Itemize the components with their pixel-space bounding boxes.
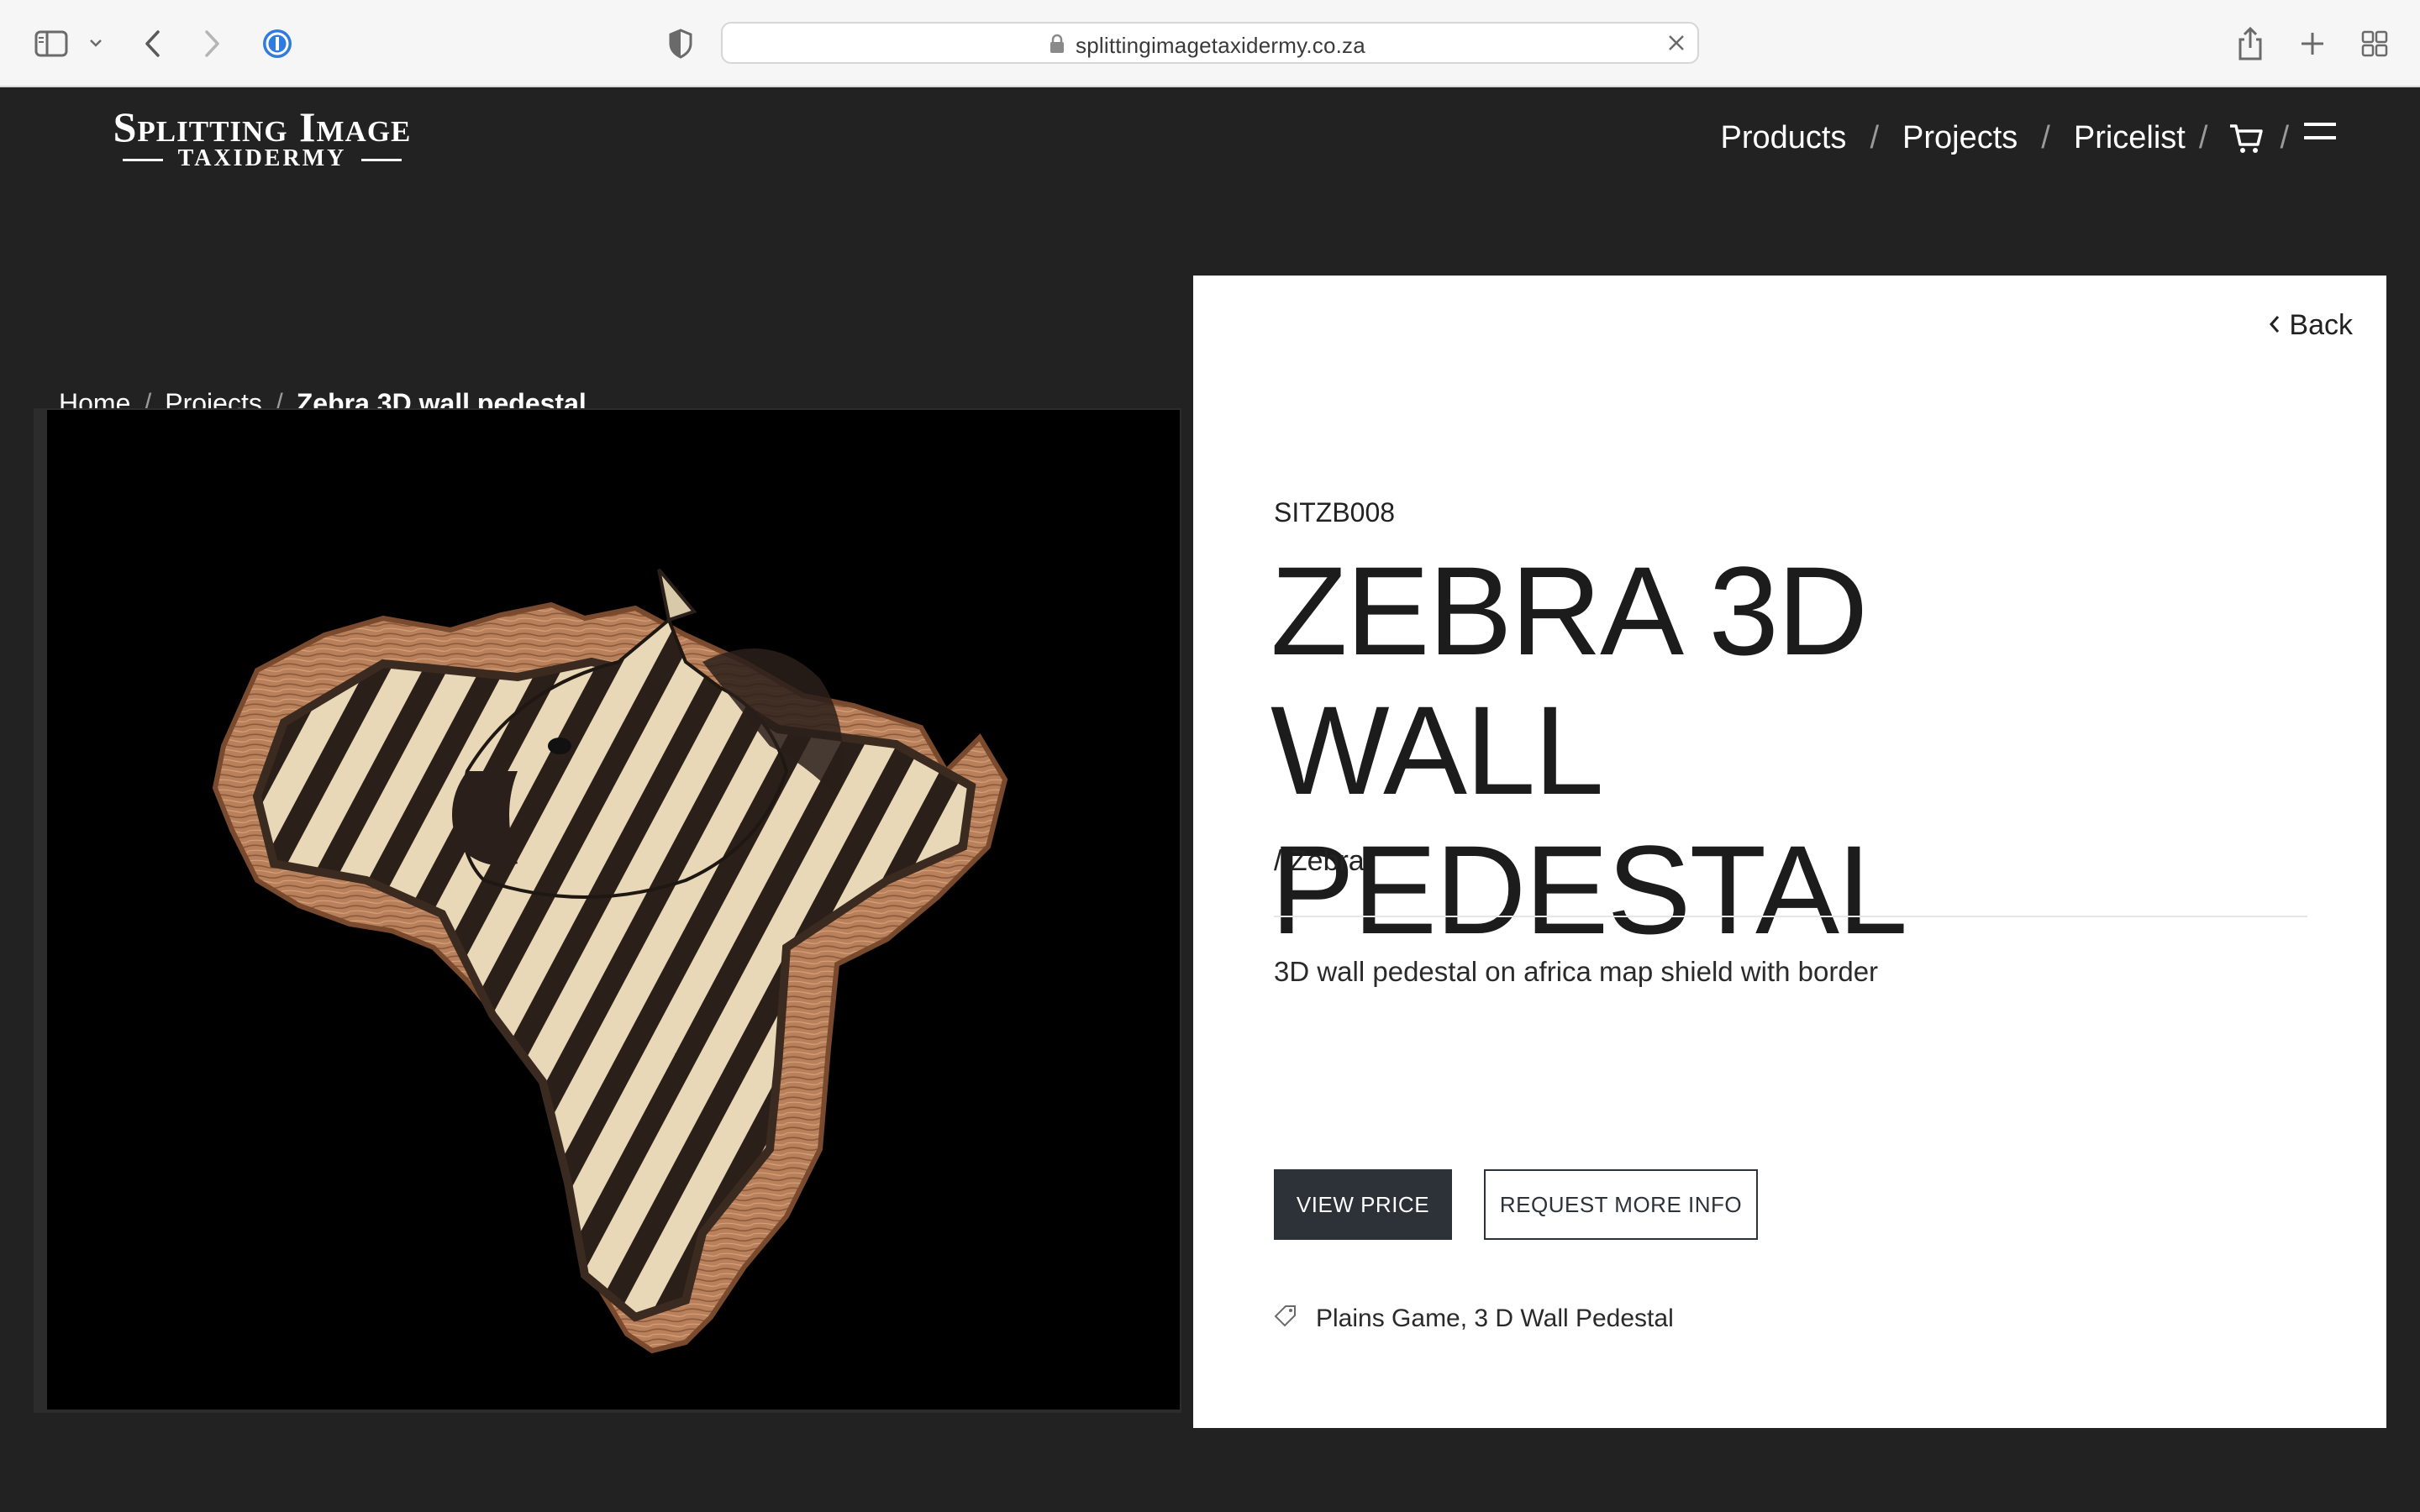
address-bar[interactable]: splittingimagetaxidermy.co.za [721, 22, 1699, 64]
view-price-button[interactable]: VIEW PRICE [1274, 1169, 1452, 1240]
nav-pricelist[interactable]: Pricelist [2074, 120, 2186, 156]
product-description: 3D wall pedestal on africa map shield wi… [1274, 956, 1879, 987]
product-sku: SITZB008 [1274, 497, 1396, 528]
url-text: splittingimagetaxidermy.co.za [1076, 33, 1365, 58]
clear-icon[interactable] [1665, 32, 1687, 58]
product-title-line2: PEDESTAL [1270, 819, 1908, 960]
nav-separator: / [1870, 119, 1879, 155]
back-link[interactable]: Back [2269, 309, 2353, 342]
password-manager-icon[interactable] [259, 25, 296, 62]
nav-separator: / [2280, 119, 2289, 155]
product-image[interactable] [47, 410, 1180, 1410]
chevron-left-icon [2269, 309, 2281, 342]
privacy-shield-icon[interactable] [664, 25, 697, 62]
share-icon[interactable] [2232, 24, 2269, 64]
cart-icon[interactable] [2228, 119, 2265, 156]
nav-products[interactable]: Products [1720, 120, 1846, 156]
product-title: ZEBRA 3D WALL PEDESTAL [1270, 541, 2228, 959]
main-nav: Products / Projects / Pricelist / / [1720, 113, 2338, 163]
tab-overview-icon[interactable] [2356, 25, 2393, 62]
nav-projects[interactable]: Projects [1902, 120, 2018, 156]
back-label: Back [2289, 309, 2353, 341]
chevron-down-icon[interactable] [84, 30, 108, 55]
nav-separator: / [2041, 119, 2050, 155]
site-logo[interactable]: Splitting Image TAXIDERMY [84, 106, 440, 173]
back-arrow-icon[interactable] [138, 25, 168, 62]
menu-icon[interactable] [2302, 121, 2338, 146]
product-tags: Plains Game, 3 D Wall Pedestal [1274, 1304, 1674, 1334]
product-category[interactable]: / Zebra [1274, 845, 1365, 878]
logo-line1: Splitting Image [113, 103, 412, 150]
new-tab-icon[interactable] [2294, 25, 2331, 62]
forward-arrow-icon[interactable] [197, 25, 227, 62]
product-detail-panel: Back SITZB008 ZEBRA 3D WALL PEDESTAL / Z… [1193, 276, 2386, 1428]
tag-icon [1274, 1304, 1297, 1334]
sidebar-icon[interactable] [32, 25, 71, 62]
browser-toolbar: splittingimagetaxidermy.co.za [0, 0, 2420, 87]
request-info-button[interactable]: REQUEST MORE INFO [1484, 1169, 1758, 1240]
tags-text[interactable]: Plains Game, 3 D Wall Pedestal [1316, 1305, 1674, 1333]
product-title-line1: ZEBRA 3D WALL [1270, 540, 1868, 821]
lock-icon [1049, 34, 1065, 58]
divider [1274, 916, 2307, 917]
logo-rule-right [361, 159, 402, 161]
nav-separator: / [2198, 119, 2208, 155]
